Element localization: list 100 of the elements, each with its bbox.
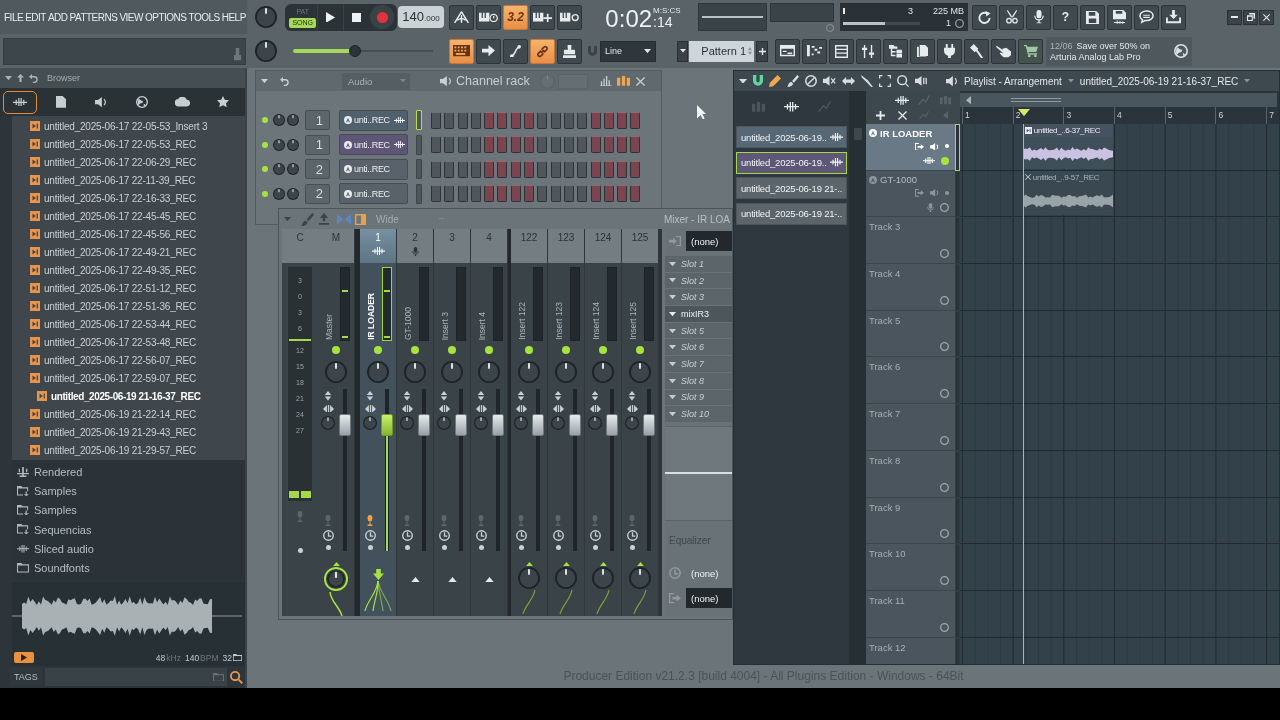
mixer-track[interactable]: 124 Insert 124: [585, 229, 622, 617]
menu-item[interactable]: ADD: [47, 8, 68, 26]
double-arrow-icon[interactable]: [842, 76, 855, 86]
stereo-knob[interactable]: [363, 416, 377, 431]
menu-item[interactable]: HELP: [221, 8, 246, 26]
file-item[interactable]: untitled_2025-06-17 22-45-56_REC: [12, 225, 245, 243]
clock-icon[interactable]: [475, 530, 487, 541]
send-knob[interactable]: [324, 567, 348, 592]
hand-button[interactable]: [991, 38, 1016, 64]
pattern-menu-button[interactable]: [677, 40, 688, 62]
stereo-knob[interactable]: [588, 416, 602, 431]
stereo-knob[interactable]: [551, 416, 565, 431]
pan-knob[interactable]: [441, 361, 463, 383]
files-button[interactable]: [910, 38, 935, 64]
step-button[interactable]: [617, 160, 628, 178]
caret-icon[interactable]: [739, 78, 747, 84]
clock-icon[interactable]: [589, 530, 601, 541]
up-down-arrows-icon[interactable]: [628, 391, 636, 401]
output-icon[interactable]: [915, 142, 924, 151]
step-button[interactable]: [590, 136, 601, 154]
snap-dropdown[interactable]: Line: [600, 40, 656, 62]
step-button[interactable]: [470, 185, 481, 203]
left-right-arrows-icon[interactable]: [626, 404, 638, 413]
channel-button[interactable]: unti..REC: [339, 134, 408, 156]
volume-knob[interactable]: [287, 138, 299, 151]
wait-input-button[interactable]: [476, 4, 501, 30]
ring-icon[interactable]: [940, 482, 949, 492]
file-item[interactable]: untitled_2025-06-17 22-49-21_REC: [12, 243, 245, 261]
send-knob[interactable]: [592, 567, 614, 590]
step-button[interactable]: [577, 136, 588, 154]
track-led[interactable]: [332, 346, 340, 354]
brush-icon[interactable]: [787, 75, 799, 87]
step-button[interactable]: [577, 160, 588, 178]
step-button[interactable]: [470, 160, 481, 178]
tags-field[interactable]: [44, 668, 227, 686]
download-button[interactable]: [1161, 4, 1186, 30]
step-button[interactable]: [630, 160, 641, 178]
clock-icon[interactable]: [626, 530, 638, 541]
link-button[interactable]: [530, 38, 555, 64]
effect-slot[interactable]: mixIR3: [665, 306, 732, 323]
export-button[interactable]: [1107, 4, 1132, 30]
bars-icon[interactable]: [616, 76, 630, 86]
step-button[interactable]: [550, 111, 561, 129]
track-header[interactable]: Track 11: [866, 590, 955, 638]
step-button[interactable]: [550, 185, 561, 203]
plus-icon[interactable]: [876, 110, 886, 120]
pan-knob[interactable]: [273, 163, 285, 176]
audio-clip[interactable]: untitled_..9-57_REC: [1022, 170, 1113, 216]
file-item[interactable]: untitled_2025-06-17 22-56-07_REC: [12, 351, 245, 369]
channel-led[interactable]: [262, 166, 268, 173]
up-down-arrows-icon[interactable]: [324, 391, 332, 401]
effect-slot[interactable]: Slot 7: [665, 356, 732, 373]
ring-icon[interactable]: [940, 202, 949, 212]
plugin-button[interactable]: [937, 38, 962, 64]
globe-icon[interactable]: [1174, 44, 1188, 58]
track-header[interactable]: IR LOADER: [866, 124, 955, 171]
step-button[interactable]: [590, 185, 601, 203]
clock-icon[interactable]: [364, 530, 376, 541]
caret-icon[interactable]: [261, 78, 268, 84]
step-button[interactable]: [563, 136, 574, 154]
channel-button[interactable]: unti..REC: [339, 183, 408, 205]
microphone-icon[interactable]: [366, 514, 374, 526]
play-button[interactable]: [14, 652, 34, 663]
piano-roll-button[interactable]: [802, 38, 827, 64]
caret-icon[interactable]: [5, 75, 12, 81]
track-led[interactable]: [599, 346, 607, 354]
corners-icon[interactable]: [879, 75, 891, 87]
mixer-track-field[interactable]: 1: [305, 134, 330, 155]
blade-icon[interactable]: [861, 75, 873, 87]
track-header[interactable]: Track 5: [866, 310, 955, 358]
cut-button[interactable]: [999, 4, 1024, 30]
step-button[interactable]: [431, 185, 441, 203]
step-button[interactable]: [630, 136, 641, 154]
filter-dropdown[interactable]: Audio: [342, 72, 410, 90]
track-header[interactable]: Track 4: [866, 264, 955, 311]
save-button[interactable]: [1080, 4, 1105, 30]
track-led[interactable]: [636, 346, 644, 354]
file-item[interactable]: untitled_2025-06-19 21-22-14_REC: [12, 405, 245, 423]
left-right-arrows-icon[interactable]: [322, 404, 334, 413]
clock-icon[interactable]: [401, 530, 413, 541]
caret-icon[interactable]: [966, 95, 971, 105]
step-button[interactable]: [550, 160, 561, 178]
channel-led[interactable]: [262, 141, 268, 148]
step-button[interactable]: [431, 136, 441, 154]
pan-knob[interactable]: [273, 138, 285, 151]
channel-led[interactable]: [262, 117, 268, 123]
send-knob[interactable]: [555, 567, 577, 590]
stereo-knob[interactable]: [437, 416, 451, 431]
step-button[interactable]: [603, 111, 614, 129]
file-item[interactable]: untitled_2025-06-19 21-29-57_REC: [12, 441, 245, 459]
ring-icon[interactable]: [940, 575, 949, 585]
pan-knob[interactable]: [555, 361, 577, 383]
clock-icon[interactable]: [552, 530, 564, 541]
step-button[interactable]: [537, 160, 548, 178]
speaker-icon[interactable]: [930, 189, 939, 197]
led-icon[interactable]: [941, 156, 949, 165]
pan-knob[interactable]: [592, 361, 614, 383]
mixer-track-field[interactable]: 2: [305, 159, 330, 180]
effect-slot[interactable]: Slot 6: [665, 339, 732, 357]
effect-slot[interactable]: Slot 3: [665, 289, 732, 307]
